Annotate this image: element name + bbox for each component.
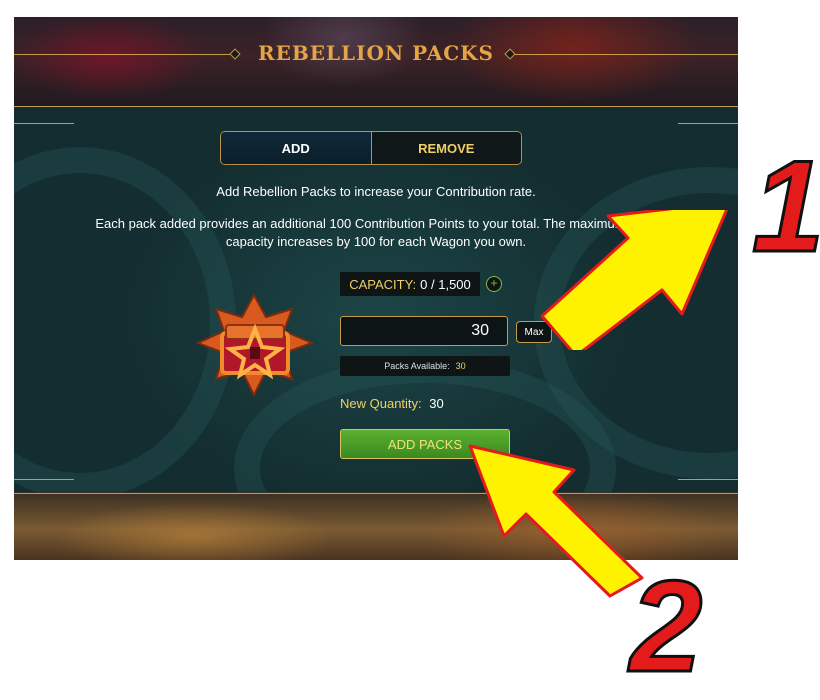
packs-available-value: 30 [455, 361, 466, 371]
quantity-input[interactable]: 30 [340, 316, 508, 346]
tab-add[interactable]: ADD [221, 132, 372, 164]
new-quantity-value: 30 [429, 396, 444, 411]
plus-circle-icon[interactable]: + [486, 276, 502, 292]
step-1-label: 1 [750, 133, 820, 279]
yellow-arrow-icon [540, 210, 729, 350]
add-remove-tabs: ADD REMOVE [220, 131, 522, 165]
capacity-value: 0 / 1,500 [420, 276, 471, 292]
capacity-display: CAPACITY: 0 / 1,500 [340, 272, 480, 296]
new-quantity: New Quantity: 30 [340, 396, 444, 411]
capacity-label: CAPACITY: [349, 276, 417, 292]
corner-ornament [14, 123, 74, 124]
page-title: REBELLION PACKS [257, 41, 494, 65]
corner-ornament [678, 479, 738, 480]
step-2-label: 2 [628, 553, 703, 699]
tab-remove[interactable]: REMOVE [371, 132, 521, 164]
header-divider [14, 106, 738, 107]
rebellion-pack-chest-icon [195, 292, 315, 398]
intro-text: Add Rebellion Packs to increase your Con… [216, 184, 536, 199]
packs-available-label: Packs Available: [384, 361, 450, 371]
packs-available: Packs Available: 30 [340, 356, 510, 376]
corner-ornament [14, 479, 74, 480]
corner-ornament [678, 123, 738, 124]
new-quantity-label: New Quantity: [340, 396, 422, 411]
